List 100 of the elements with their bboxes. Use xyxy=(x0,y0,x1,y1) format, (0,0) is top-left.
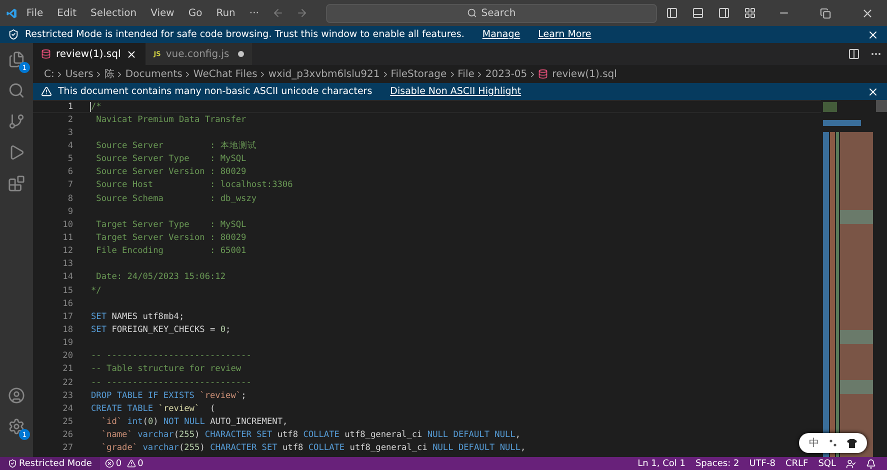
breadcrumb-item[interactable]: wxid_p3xvbm6lslu921 xyxy=(268,68,380,80)
punctuation-icon xyxy=(829,439,837,447)
banner-link[interactable]: Manage xyxy=(482,29,520,40)
line-number: 22 xyxy=(62,378,73,388)
line-number: 25 xyxy=(62,416,73,427)
line-number: 21 xyxy=(62,364,73,374)
settings-icon[interactable] xyxy=(8,418,25,435)
status-item[interactable]: Spaces: 2 xyxy=(690,458,744,468)
line-number: 2 xyxy=(66,114,73,125)
line-number: 19 xyxy=(62,338,73,348)
breadcrumb-item[interactable]: 2023-05 xyxy=(485,68,528,80)
tab-label: review(1).sql xyxy=(56,48,121,60)
line-number: 24 xyxy=(62,404,73,414)
code-line: Source Schema : db_wszy xyxy=(95,194,257,204)
line-number: 3 xyxy=(66,128,73,138)
extensions-icon[interactable] xyxy=(8,175,25,192)
close-icon[interactable] xyxy=(867,28,879,40)
status-item[interactable]: Ln 1, Col 1 xyxy=(632,458,690,468)
breadcrumb-item[interactable]: 陈 xyxy=(104,67,114,81)
shirt-icon xyxy=(847,438,857,448)
line-number: 1 xyxy=(66,102,73,112)
code-line: Target Server Version : 80029 xyxy=(95,232,246,243)
code-line: File Encoding : 65001 xyxy=(95,246,246,256)
code-line: CREATE TABLE `review` ( xyxy=(90,404,216,414)
code-line: Navicat Premium Data Transfer xyxy=(95,114,246,125)
tab-label: vue.config.js xyxy=(166,48,230,60)
restricted-mode-status[interactable]: Restricted Mode xyxy=(0,457,100,470)
code-line: `grade` varchar(255) CHARACTER SET utf8 COLLATE utf8_general_ci NULL DEFAULT NULL, xyxy=(100,443,526,454)
source-control-icon[interactable] xyxy=(8,113,25,130)
code-line: DROP TABLE IF EXISTS `review`; xyxy=(90,390,246,401)
code-line: Source Server Version : 80029 xyxy=(95,167,246,178)
code-line: Source Host : localhost:3306 xyxy=(95,180,293,190)
code-line: */ xyxy=(90,286,102,296)
code-line: Date: 24/05/2023 15:06:12 xyxy=(95,272,226,282)
breadcrumb-item[interactable]: C: xyxy=(44,68,54,80)
database-icon xyxy=(41,49,51,59)
code-line: -- ---------------------------- xyxy=(90,351,252,362)
warning-icon xyxy=(41,86,52,97)
line-number: 9 xyxy=(66,206,73,217)
line-number: 17 xyxy=(62,312,73,322)
search-icon[interactable] xyxy=(8,82,25,99)
banner-link[interactable]: Disable Non ASCII Highlight xyxy=(390,86,522,97)
problems-status[interactable]: 0 0 xyxy=(100,458,148,468)
line-number: 18 xyxy=(62,324,73,335)
line-number: 27 xyxy=(62,443,73,454)
line-number: 7 xyxy=(66,180,73,190)
breadcrumb-item[interactable]: Users xyxy=(65,68,94,80)
banner-message: This document contains many non-basic ASCII unicode characters xyxy=(58,86,372,97)
line-number: 14 xyxy=(62,272,73,282)
editor-tab[interactable]: review(1).sql xyxy=(33,43,146,65)
app-logo-icon xyxy=(6,6,18,20)
menu-item[interactable]: Run xyxy=(211,6,240,20)
breadcrumb-item[interactable]: FileStorage xyxy=(390,68,447,80)
line-number: 4 xyxy=(66,140,73,151)
menu-item[interactable]: Go xyxy=(183,6,208,20)
code-line: Source Server Type : MySQL xyxy=(95,154,246,164)
breadcrumb-item[interactable]: File xyxy=(458,68,474,80)
search-icon xyxy=(467,8,478,18)
menu-item[interactable]: Selection xyxy=(86,6,142,20)
status-item[interactable]: UTF-8 xyxy=(744,458,780,468)
shield-icon xyxy=(8,29,19,40)
line-number: 8 xyxy=(66,194,73,204)
line-number: 5 xyxy=(66,154,73,164)
run-debug-icon[interactable] xyxy=(8,144,25,161)
account-icon[interactable] xyxy=(8,387,25,404)
shield-icon xyxy=(8,459,17,468)
ime-toolbar[interactable]: 中 xyxy=(799,433,867,453)
breadcrumb-item[interactable]: Documents xyxy=(125,68,182,80)
line-number: 12 xyxy=(62,246,73,256)
breadcrumb-item[interactable]: review(1).sql xyxy=(552,68,617,80)
code-line: Target Server Type : MySQL xyxy=(95,220,246,230)
close-icon[interactable] xyxy=(867,86,879,98)
code-line: /* xyxy=(90,102,102,112)
warning-icon xyxy=(126,459,136,468)
code-line: -- ---------------------------- xyxy=(90,378,252,388)
close-icon[interactable] xyxy=(126,48,137,60)
code-line: SET FOREIGN_KEY_CHECKS = 0; xyxy=(90,324,231,335)
explorer-icon[interactable] xyxy=(8,51,25,68)
line-number: 10 xyxy=(62,220,73,230)
banner-link[interactable]: Learn More xyxy=(538,29,592,40)
breadcrumb-item[interactable]: WeChat Files xyxy=(193,68,258,80)
banner-message: Restricted Mode is intended for safe code browsing. Trust this window to enable all features. xyxy=(25,29,464,40)
menu-item[interactable]: View xyxy=(146,6,180,20)
line-number: 20 xyxy=(62,351,73,362)
search-field[interactable]: Search xyxy=(326,4,657,22)
code-line: Source Server : 本地测试 xyxy=(95,140,256,152)
code-line: `id` int(0) NOT NULL AUTO_INCREMENT, xyxy=(100,416,288,427)
line-number: 16 xyxy=(62,298,73,309)
line-number: 11 xyxy=(62,232,73,243)
menu-item[interactable]: File xyxy=(21,6,48,20)
error-icon xyxy=(104,459,114,468)
menu-item[interactable]: ··· xyxy=(244,6,264,20)
status-item[interactable]: CRLF xyxy=(780,458,814,468)
line-number: 15 xyxy=(62,286,73,296)
line-number: 6 xyxy=(66,167,73,178)
line-number: 13 xyxy=(62,259,73,270)
code-line: SET NAMES utf8mb4; xyxy=(90,312,184,322)
line-number: 26 xyxy=(62,430,73,440)
status-item[interactable]: SQL xyxy=(813,458,841,468)
menu-item[interactable]: Edit xyxy=(52,6,82,20)
